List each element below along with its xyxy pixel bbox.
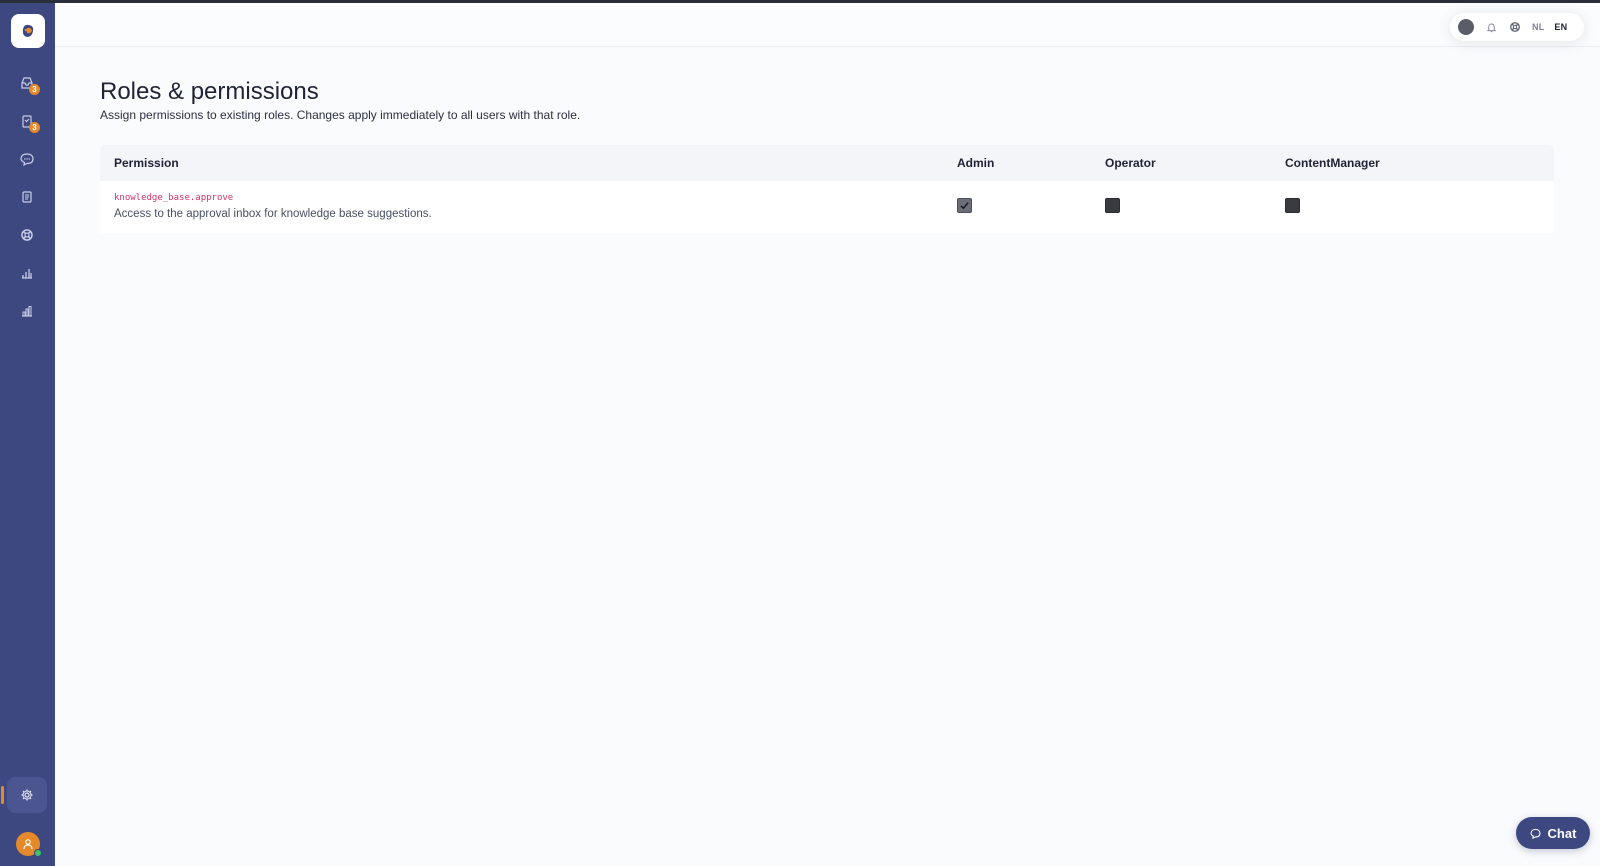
bar-chart-icon — [22, 306, 32, 317]
language-nl[interactable]: NL — [1532, 22, 1544, 32]
gear-icon — [21, 789, 33, 801]
notifications-button[interactable] — [1484, 20, 1498, 34]
column-header-permission: Permission — [114, 156, 179, 170]
sidebar-item-analytics[interactable] — [13, 259, 41, 287]
sidebar-item-reports[interactable] — [13, 297, 41, 325]
contentmanager-permission-checkbox[interactable] — [1285, 198, 1300, 213]
tasks-badge: 3 — [29, 122, 40, 133]
chat-icon — [1530, 828, 1540, 839]
sidebar-item-settings[interactable] — [7, 777, 47, 813]
page-subtitle: Assign permissions to existing roles. Ch… — [100, 108, 581, 122]
table-header: Permission Admin Operator ContentManager — [100, 145, 1554, 181]
user-avatar[interactable] — [16, 832, 42, 857]
document-icon — [22, 191, 32, 203]
column-header-operator: Operator — [1105, 156, 1156, 170]
checkmark-icon — [960, 202, 969, 210]
sidebar: 3 3 — [0, 3, 55, 866]
sidebar-item-support[interactable] — [13, 221, 41, 249]
sidebar-item-inbox[interactable]: 3 — [13, 69, 41, 97]
presence-status-dot — [34, 849, 42, 857]
page-title: Roles & permissions — [100, 78, 319, 105]
admin-permission-checkbox[interactable] — [957, 198, 972, 213]
help-icon — [1510, 22, 1520, 32]
chat-button[interactable]: Chat — [1516, 817, 1590, 849]
column-header-admin: Admin — [957, 156, 995, 170]
support-icon — [21, 229, 33, 241]
permissions-table: Permission Admin Operator ContentManager… — [100, 145, 1554, 233]
chat-button-label: Chat — [1547, 825, 1577, 841]
user-icon — [23, 839, 33, 850]
app-logo[interactable] — [11, 14, 45, 48]
header-toolbar: NL EN — [1450, 13, 1584, 41]
sidebar-item-documents[interactable] — [13, 183, 41, 211]
sidebar-item-conversations[interactable] — [13, 145, 41, 173]
logo-icon — [22, 24, 34, 37]
sidebar-item-tasks[interactable]: 3 — [13, 107, 41, 135]
operator-permission-checkbox[interactable] — [1105, 198, 1120, 213]
language-en[interactable]: EN — [1554, 22, 1567, 32]
help-button[interactable] — [1508, 20, 1522, 34]
bell-icon — [1486, 23, 1496, 32]
theme-toggle-icon[interactable] — [1458, 19, 1474, 35]
top-header: NL EN — [55, 3, 1600, 47]
permission-key: knowledge_base.approve — [114, 193, 234, 203]
inbox-badge: 3 — [29, 84, 40, 95]
analytics-icon — [22, 269, 32, 279]
chat-bubble-icon — [20, 153, 34, 166]
column-header-contentmanager: ContentManager — [1285, 156, 1380, 170]
table-row: knowledge_base.approve Access to the app… — [100, 181, 1554, 233]
permission-description: Access to the approval inbox for knowled… — [114, 208, 432, 220]
active-indicator — [1, 786, 4, 804]
